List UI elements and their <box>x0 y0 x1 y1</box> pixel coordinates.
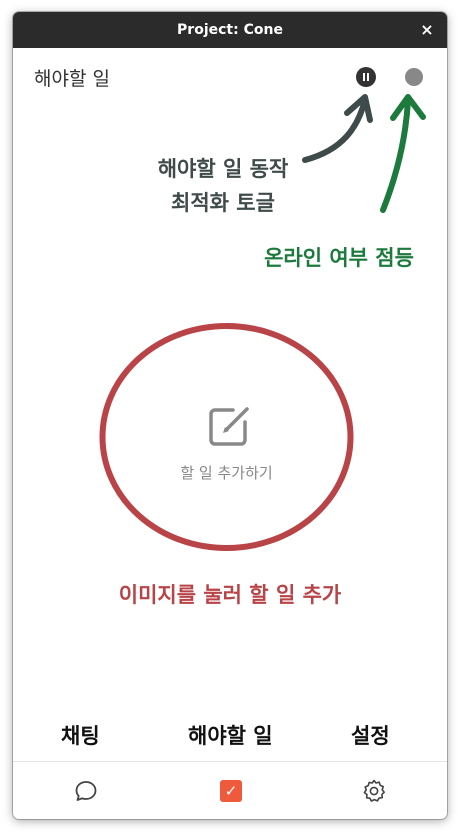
todo-checkmark: ✓ <box>220 780 242 802</box>
nav-label-todo[interactable]: 해야할 일 <box>188 720 273 750</box>
add-todo-label: 할 일 추가하기 <box>180 464 273 482</box>
pause-icon-bar <box>367 73 369 81</box>
nav-label-chat[interactable]: 채팅 <box>61 720 100 750</box>
bottom-tab-bar: ✓ <box>13 761 447 819</box>
add-todo-button[interactable]: 할 일 추가하기 <box>99 322 354 552</box>
app-window: Project: Cone × 해야할 일 해야할 일 동작 최적화 토글 온라… <box>13 12 447 819</box>
pause-icon <box>363 73 365 81</box>
online-annotation-arrow <box>380 97 411 213</box>
pause-toggle-button[interactable] <box>356 67 376 87</box>
add-todo-annotation: 이미지를 눌러 할 일 추가 <box>118 583 342 607</box>
bottom-nav-labels: 채팅 해야할 일 설정 <box>13 720 447 760</box>
pause-annotation-line2: 최적화 토글 <box>171 191 275 215</box>
online-annotation-arrowhead <box>390 94 426 121</box>
todo-checkbox-icon[interactable]: ✓ <box>218 778 244 804</box>
title-bar: Project: Cone × <box>13 12 447 48</box>
page-title: 해야할 일 <box>34 68 110 90</box>
online-status-annotation: 온라인 여부 점등 <box>264 246 414 270</box>
chat-bubble-icon[interactable] <box>73 778 99 804</box>
close-button[interactable]: × <box>417 20 437 40</box>
online-status-dot <box>405 68 423 86</box>
window-title: Project: Cone <box>177 22 283 38</box>
pause-annotation-arrowhead <box>344 94 373 123</box>
gear-icon[interactable] <box>361 778 387 804</box>
pause-toggle-annotation: 해야할 일 동작 최적화 토글 <box>123 152 323 220</box>
pause-annotation-arrow <box>302 97 368 163</box>
pause-annotation-line1: 해야할 일 동작 <box>157 157 289 181</box>
edit-square-icon <box>209 407 249 446</box>
nav-label-settings[interactable]: 설정 <box>351 720 390 750</box>
